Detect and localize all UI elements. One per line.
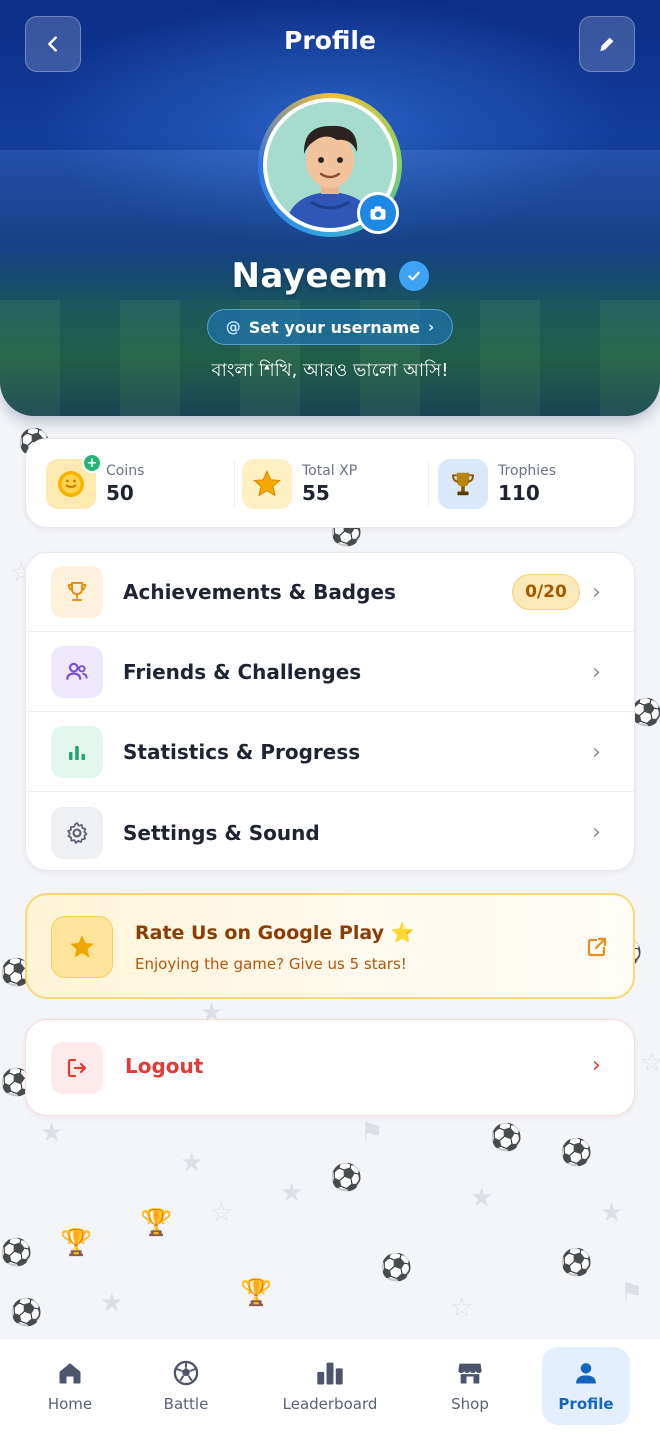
bottom-navigation: Home Battle Leaderboard Shop Profile: [0, 1338, 660, 1434]
chevron-right-icon: ›: [592, 739, 601, 765]
stat-label: Trophies: [498, 463, 557, 479]
nav-label: Profile: [558, 1395, 614, 1413]
menu-item-achievements[interactable]: Achievements & Badges 0/20 ›: [26, 553, 634, 632]
coin-icon: +: [46, 453, 102, 509]
nav-shop[interactable]: Shop: [428, 1347, 512, 1425]
nav-label: Battle: [163, 1395, 209, 1413]
nav-profile[interactable]: Profile: [542, 1347, 630, 1425]
stat-value: 110: [498, 481, 540, 505]
stats-card: + Coins 50 Total XP 55 Trophies 110: [25, 438, 635, 528]
stat-value: 50: [106, 481, 134, 505]
page-title: Profile: [284, 26, 376, 55]
add-coins-icon[interactable]: +: [82, 453, 102, 473]
trophy-icon: [438, 459, 488, 509]
stat-coins: + Coins 50: [46, 453, 145, 509]
nav-leaderboard[interactable]: Leaderboard: [270, 1347, 390, 1425]
chevron-right-icon: ›: [592, 1053, 601, 1078]
menu-item-label: Statistics & Progress: [123, 740, 361, 764]
rate-us-title: Rate Us on Google Play ⭐: [135, 922, 415, 944]
achievements-count-badge: 0/20: [512, 574, 580, 610]
menu-item-label: Achievements & Badges: [123, 580, 396, 604]
gear-icon: [51, 806, 103, 859]
set-username-label: Set your username: [248, 317, 421, 337]
star-icon: [51, 916, 113, 978]
bar-chart-icon: [51, 726, 103, 778]
logout-button[interactable]: Logout ›: [25, 1019, 635, 1116]
camera-icon: [370, 206, 386, 220]
home-icon: [59, 1363, 81, 1384]
menu-item-statistics[interactable]: Statistics & Progress ›: [26, 713, 634, 792]
stat-value: 55: [302, 481, 330, 505]
profile-name-row: Nayeem: [0, 256, 660, 296]
nav-battle[interactable]: Battle: [144, 1347, 228, 1425]
divider: [234, 461, 235, 507]
profile-menu: Achievements & Badges 0/20 › Friends & C…: [25, 552, 635, 871]
nav-label: Shop: [451, 1395, 489, 1413]
rate-us-banner[interactable]: Rate Us on Google Play ⭐ Enjoying the ga…: [25, 893, 635, 999]
menu-item-friends[interactable]: Friends & Challenges ›: [26, 633, 634, 712]
at-icon: @: [225, 318, 241, 336]
stat-trophies: Trophies 110: [438, 459, 556, 509]
profile-name: Nayeem: [231, 256, 389, 296]
set-username-button[interactable]: @ Set your username ›: [207, 309, 453, 345]
podium-icon: [317, 1362, 343, 1385]
nav-label: Leaderboard: [282, 1395, 378, 1413]
chevron-right-icon: ›: [428, 318, 435, 336]
divider: [428, 461, 429, 507]
logout-icon: [51, 1042, 103, 1094]
chevron-right-icon: ›: [592, 579, 601, 605]
stat-total-xp: Total XP 55: [242, 459, 357, 509]
trophy-icon: [51, 566, 103, 618]
profile-tagline: বাংলা শিখি, আরও ভালো আসি!: [211, 360, 449, 381]
soccer-ball-icon: [173, 1360, 199, 1386]
menu-item-settings[interactable]: Settings & Sound ›: [26, 793, 634, 870]
nav-label: Home: [47, 1395, 93, 1413]
store-icon: [458, 1363, 482, 1384]
edit-profile-button[interactable]: [579, 16, 635, 72]
profile-header: Profile Nayeem @ Set your username › বাং…: [0, 0, 660, 416]
nav-home[interactable]: Home: [28, 1347, 112, 1425]
chevron-right-icon: ›: [592, 820, 601, 845]
change-photo-button[interactable]: [357, 192, 399, 234]
pencil-icon: [600, 37, 614, 52]
star-icon: [242, 459, 292, 509]
menu-item-label: Settings & Sound: [123, 820, 320, 845]
stat-label: Coins: [106, 463, 145, 479]
user-icon: [576, 1363, 596, 1384]
logout-label: Logout: [125, 1054, 204, 1078]
users-icon: [51, 646, 103, 698]
verified-icon: [398, 261, 429, 291]
stat-label: Total XP: [302, 463, 358, 479]
rate-us-subtitle: Enjoying the game? Give us 5 stars!: [135, 955, 407, 973]
menu-item-label: Friends & Challenges: [123, 660, 362, 684]
chevron-right-icon: ›: [592, 659, 601, 685]
external-link-icon: [585, 935, 609, 963]
